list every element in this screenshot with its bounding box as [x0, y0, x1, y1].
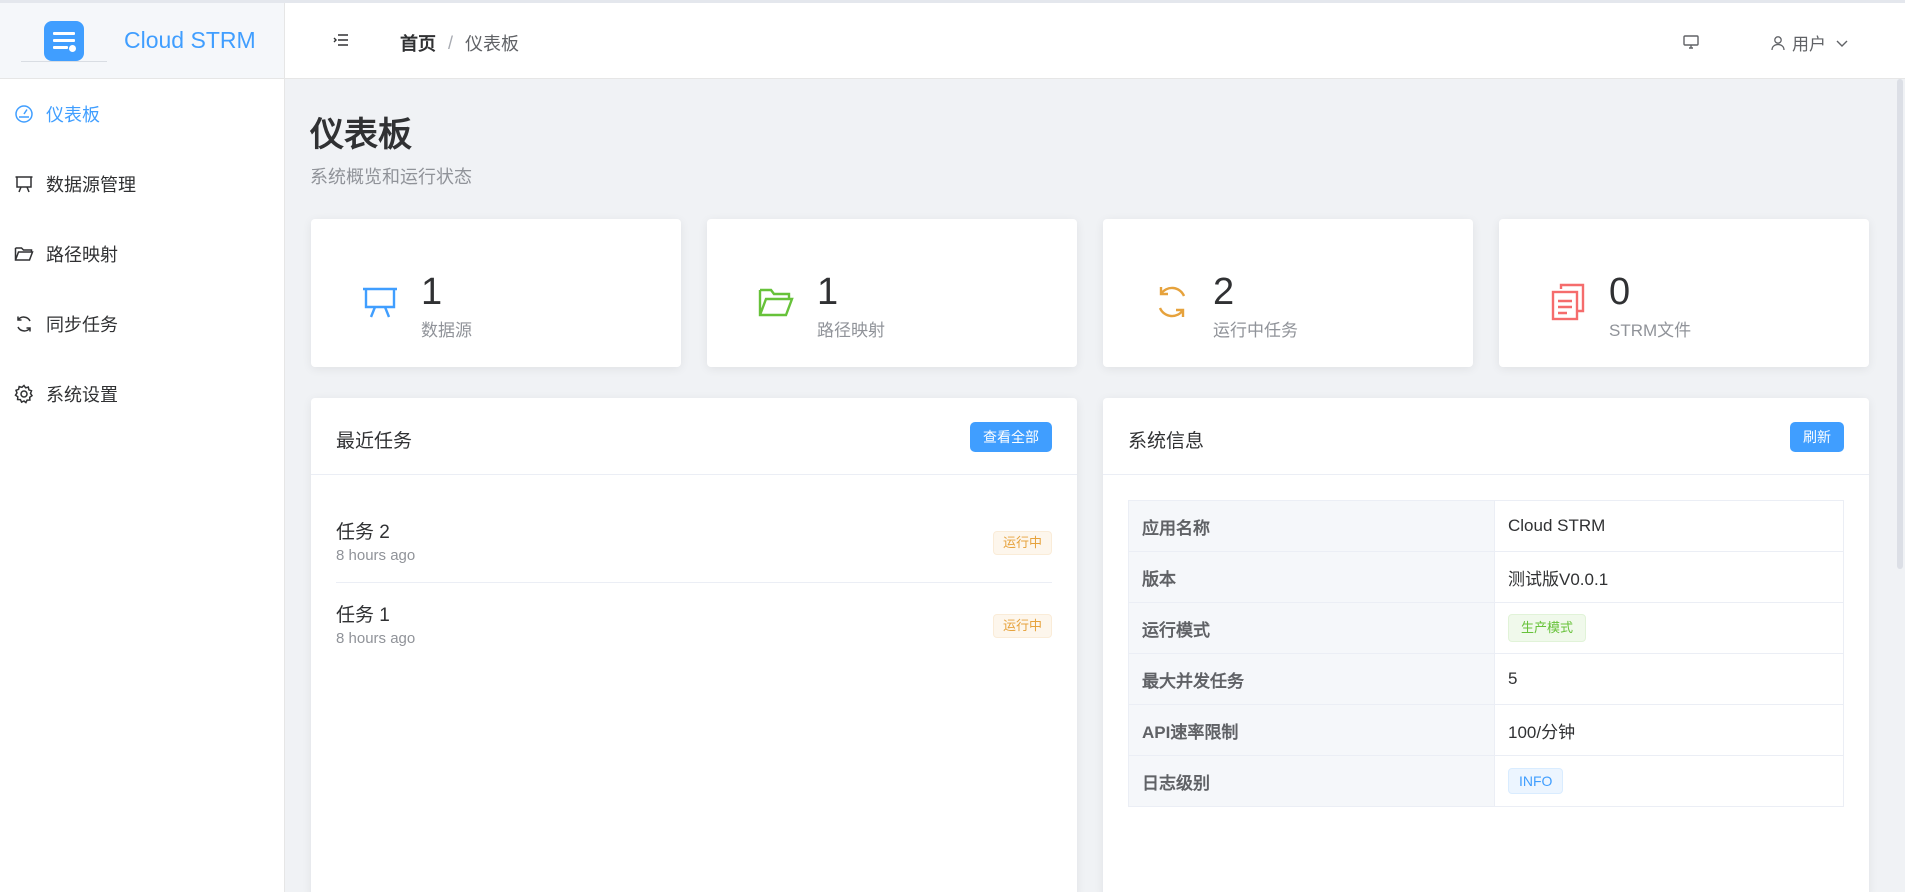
page-scrollbar[interactable]: [1895, 79, 1905, 569]
divider: [336, 582, 1052, 583]
task-time: 8 hours ago: [336, 547, 416, 564]
app-name: Cloud STRM: [124, 27, 256, 53]
monitor-icon[interactable]: [1682, 34, 1700, 50]
chevron-down-icon: [1836, 40, 1848, 47]
stat-label: 路径映射: [817, 321, 885, 340]
info-key: 版本: [1128, 551, 1495, 603]
refresh-button[interactable]: 刷新: [1790, 422, 1844, 452]
sidebar-item-label: 路径映射: [46, 245, 118, 265]
info-value-cell: 生产模式: [1494, 602, 1844, 654]
user-icon: [1771, 35, 1785, 50]
stat-label: STRM文件: [1609, 321, 1692, 340]
breadcrumb-current: 仪表板: [465, 34, 520, 54]
panel-header: 系统信息 刷新: [1103, 398, 1869, 475]
table-row: API速率限制 100/分钟: [1128, 704, 1844, 756]
breadcrumb: 首页 / 仪表板: [400, 30, 519, 56]
sidebar: Cloud STRM 仪表板 数据源管理 路径映射 同步任务 系统设置: [0, 3, 285, 892]
page-subtitle: 系统概览和运行状态: [310, 167, 472, 187]
stat-label: 运行中任务: [1213, 321, 1298, 340]
info-key: 最大并发任务: [1128, 653, 1495, 705]
panel-title: 最近任务: [336, 431, 413, 452]
info-value: 5: [1494, 653, 1844, 705]
info-value: 测试版V0.0.1: [1494, 551, 1844, 603]
info-key: 应用名称: [1128, 500, 1495, 552]
stat-value: 2: [1213, 271, 1235, 313]
system-info-table: 应用名称 Cloud STRM 版本 测试版V0.0.1 运行模式 生产模式 最…: [1128, 500, 1844, 807]
info-value: Cloud STRM: [1494, 500, 1844, 552]
table-row: 应用名称 Cloud STRM: [1128, 500, 1844, 552]
folder-open-icon: [758, 288, 794, 317]
stat-card-datasources[interactable]: 1 数据源: [311, 219, 681, 367]
top-header: 首页 / 仪表板 用户: [285, 3, 1905, 79]
breadcrumb-home[interactable]: 首页: [400, 30, 436, 56]
sidebar-item-label: 仪表板: [46, 105, 100, 125]
stat-value: 0: [1609, 271, 1631, 313]
stat-card-strm-files[interactable]: 0 STRM文件: [1499, 219, 1869, 367]
table-row: 最大并发任务 5: [1128, 653, 1844, 705]
sidebar-item-label: 同步任务: [46, 315, 118, 335]
user-dropdown[interactable]: 用户: [1770, 30, 1850, 55]
panel-title: 系统信息: [1128, 431, 1205, 452]
sidebar-item-dashboard[interactable]: 仪表板: [0, 79, 284, 149]
page-title: 仪表板: [310, 116, 412, 154]
breadcrumb-separator: /: [448, 32, 454, 53]
stat-value: 1: [421, 271, 443, 313]
status-badge: 运行中: [992, 531, 1052, 555]
task-item[interactable]: 任务 2 8 hours ago 运行中: [336, 517, 1052, 600]
brand-divider: [21, 61, 107, 62]
info-value: 100/分钟: [1494, 704, 1844, 756]
log-level-badge: INFO: [1508, 768, 1564, 794]
info-key: API速率限制: [1128, 704, 1495, 756]
brand[interactable]: Cloud STRM: [0, 3, 284, 79]
folder-open-icon: [14, 247, 34, 261]
scrollbar-thumb[interactable]: [1897, 79, 1903, 569]
info-key: 运行模式: [1128, 602, 1495, 654]
refresh-icon: [1158, 286, 1186, 318]
gear-icon: [14, 384, 34, 404]
task-item[interactable]: 任务 1 8 hours ago 运行中: [336, 600, 1052, 683]
task-name: 任务 1: [336, 605, 390, 626]
stat-card-running-tasks[interactable]: 2 运行中任务: [1103, 219, 1473, 367]
recent-tasks-panel: 最近任务 查看全部 任务 2 8 hours ago 运行中 任务 1 8 ho…: [311, 398, 1077, 892]
sidebar-item-label: 数据源管理: [46, 175, 136, 195]
presentation-board-icon: [363, 287, 397, 318]
app-logo-icon: [44, 20, 84, 61]
stat-label: 数据源: [421, 321, 472, 340]
stat-card-path-mapping[interactable]: 1 路径映射: [707, 219, 1077, 367]
panel-header: 最近任务 查看全部: [311, 398, 1077, 475]
user-name: 用户: [1792, 35, 1826, 54]
stat-value: 1: [817, 271, 839, 313]
task-time: 8 hours ago: [336, 630, 416, 647]
info-value-cell: INFO: [1494, 755, 1844, 807]
mode-badge: 生产模式: [1508, 614, 1587, 642]
status-badge: 运行中: [992, 614, 1052, 638]
info-key: 日志级别: [1128, 755, 1495, 807]
refresh-icon: [17, 316, 31, 332]
sidebar-menu: 仪表板 数据源管理 路径映射 同步任务 系统设置: [0, 79, 284, 429]
documents-copy-icon: [1551, 283, 1585, 321]
system-info-panel: 系统信息 刷新 应用名称 Cloud STRM 版本 测试版V0.0.1 运行模…: [1103, 398, 1869, 892]
sidebar-item-settings[interactable]: 系统设置: [0, 359, 284, 429]
sidebar-item-sync-tasks[interactable]: 同步任务: [0, 289, 284, 359]
task-name: 任务 2: [336, 522, 390, 543]
table-row: 运行模式 生产模式: [1128, 602, 1844, 654]
menu-fold-icon[interactable]: [333, 33, 349, 47]
view-all-button[interactable]: 查看全部: [970, 422, 1052, 452]
presentation-board-icon: [15, 176, 33, 193]
sidebar-item-path-mapping[interactable]: 路径映射: [0, 219, 284, 289]
dashboard-gauge-icon: [15, 105, 33, 123]
sidebar-item-datasources[interactable]: 数据源管理: [0, 149, 284, 219]
table-row: 日志级别 INFO: [1128, 755, 1844, 807]
table-row: 版本 测试版V0.0.1: [1128, 551, 1844, 603]
sidebar-item-label: 系统设置: [46, 385, 118, 405]
